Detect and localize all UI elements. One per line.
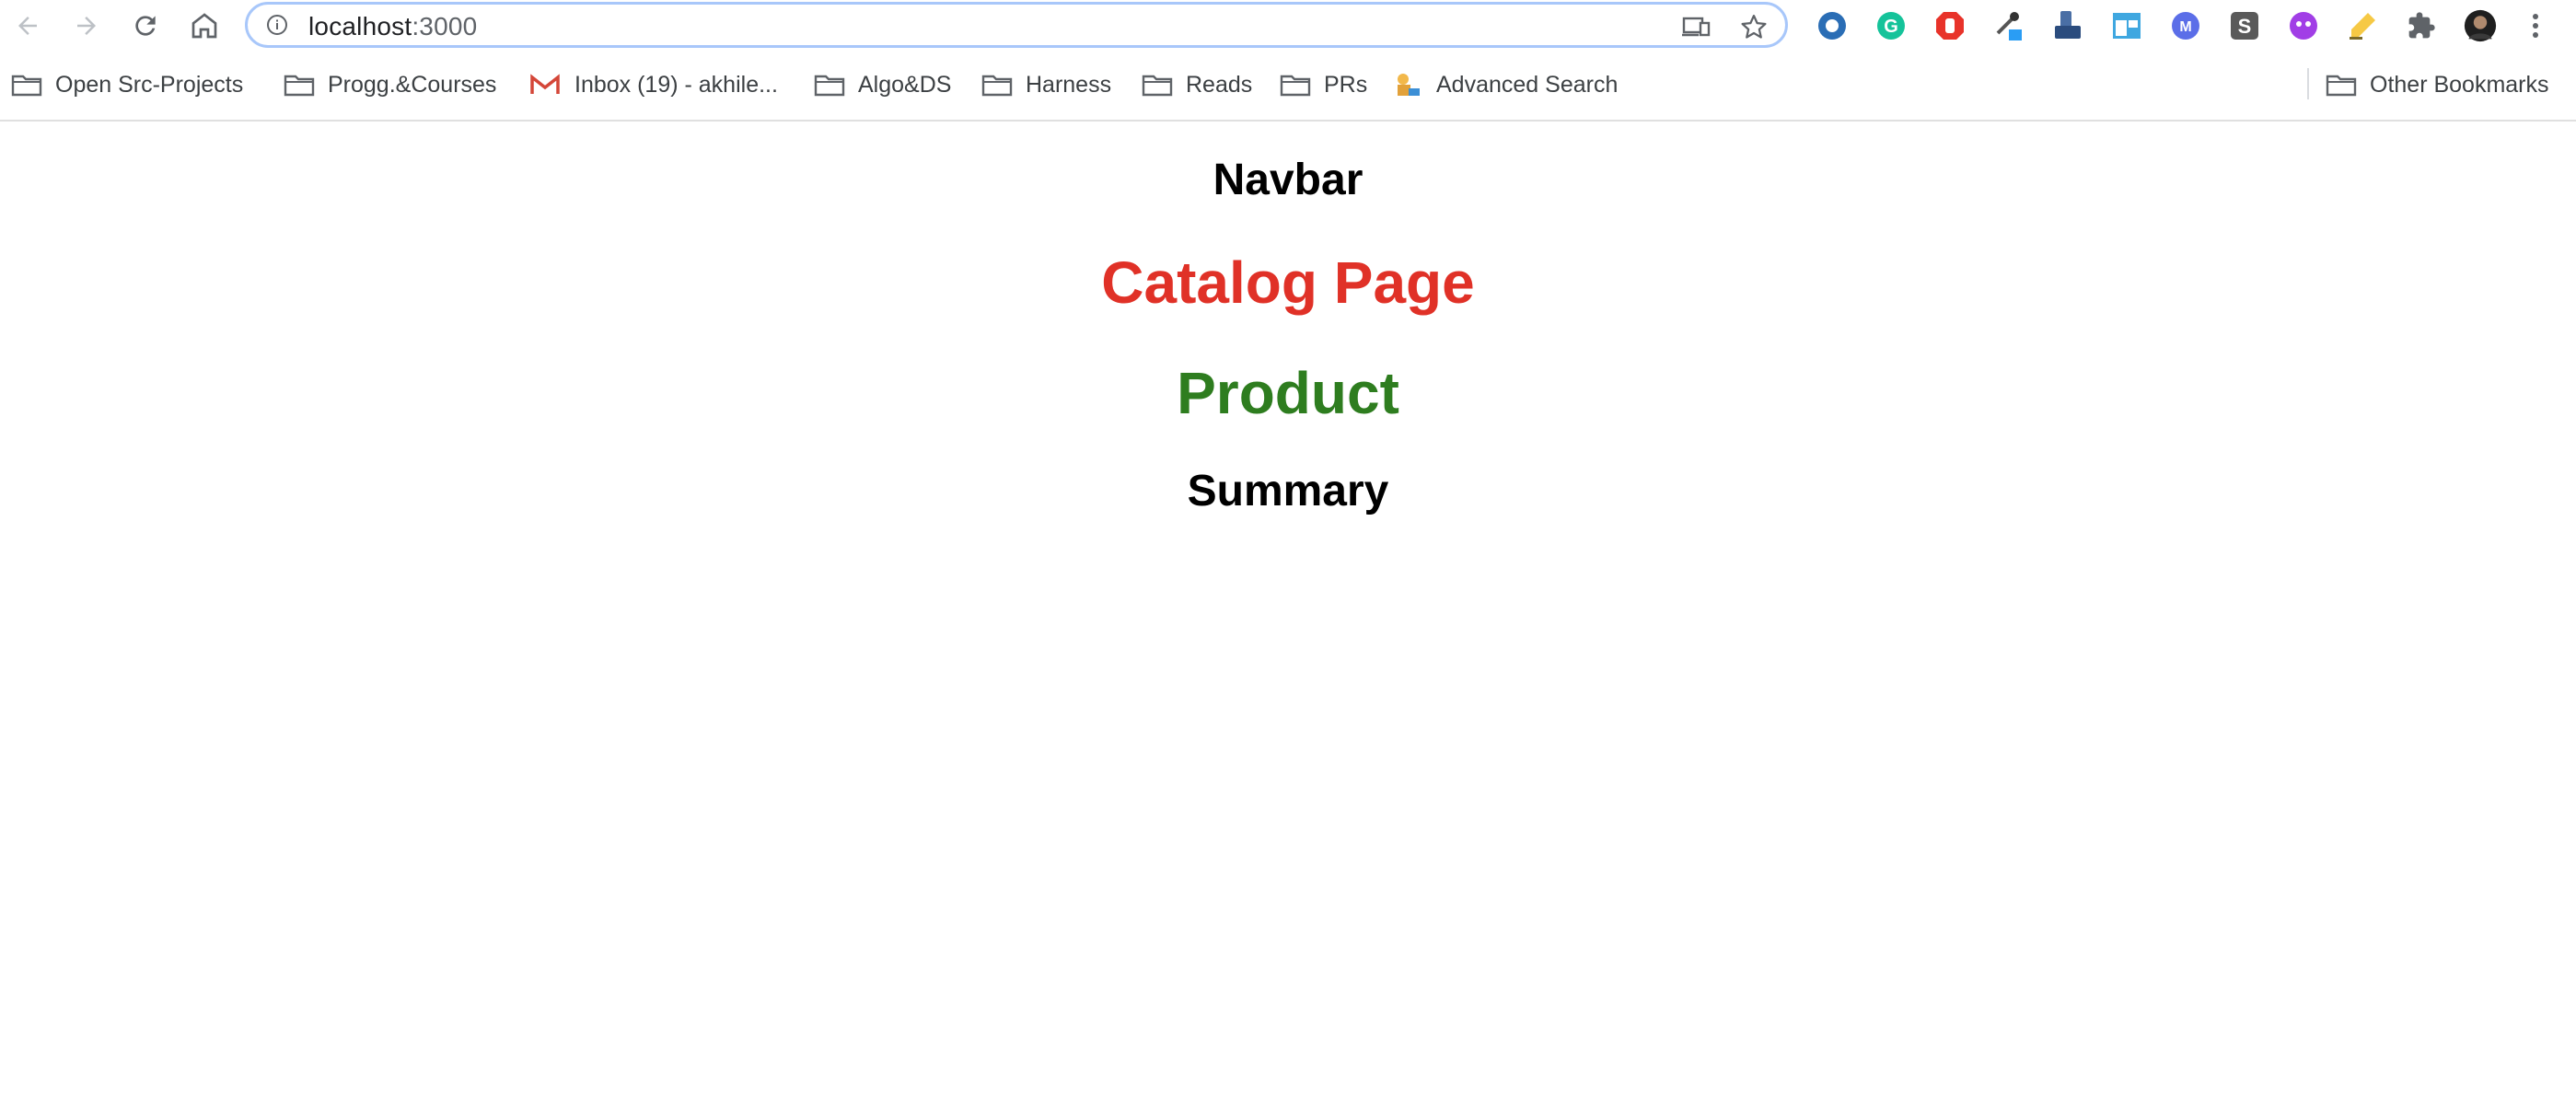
catalog-page-heading: Catalog Page xyxy=(1101,249,1475,316)
address-host: localhost xyxy=(308,12,412,41)
bookmark-label: Progg.&Courses xyxy=(328,71,497,98)
home-icon xyxy=(191,13,217,39)
m-extension-icon[interactable]: M xyxy=(2169,9,2202,42)
bookmark-label: Advanced Search xyxy=(1436,71,1619,98)
folder-icon xyxy=(1142,72,1173,98)
bookmark-reads[interactable]: Reads xyxy=(1142,66,1252,103)
back-button[interactable] xyxy=(7,6,48,46)
bookmarks-divider xyxy=(2307,68,2309,99)
svg-text:S: S xyxy=(2238,15,2252,38)
forward-button[interactable] xyxy=(66,6,107,46)
bookmark-algo-ds[interactable]: Algo&DS xyxy=(814,66,951,103)
adblock-icon[interactable] xyxy=(1933,9,1967,42)
cast-button[interactable] xyxy=(1682,12,1712,41)
bookmark-star-button[interactable] xyxy=(1739,12,1769,41)
folder-icon xyxy=(981,72,1013,98)
page-content: Navbar Catalog Page Product Summary xyxy=(0,122,2576,1112)
bookmark-advanced-search[interactable]: Advanced Search xyxy=(1392,66,1618,103)
folder-icon xyxy=(2326,72,2357,98)
menu-button[interactable] xyxy=(2524,9,2547,42)
puzzle-icon[interactable] xyxy=(2405,9,2438,42)
bookmark-label: Algo&DS xyxy=(858,71,952,98)
other-bookmarks[interactable]: Other Bookmarks xyxy=(2326,66,2549,103)
folder-icon xyxy=(11,72,42,98)
product-heading: Product xyxy=(1177,360,1399,426)
browser-chrome: localhost:3000 G M S Open Src-Projects P… xyxy=(0,0,2576,122)
bookmarks-bar: Open Src-Projects Progg.&Courses Inbox (… xyxy=(0,61,2576,109)
folder-icon xyxy=(814,72,845,98)
search-bookmark-icon xyxy=(1392,72,1423,98)
navbar-heading: Navbar xyxy=(1213,156,1363,204)
info-icon[interactable] xyxy=(266,14,288,36)
other-bookmarks-label: Other Bookmarks xyxy=(2370,71,2549,98)
bookmark-progg-courses[interactable]: Progg.&Courses xyxy=(284,66,496,103)
bookmark-label: Harness xyxy=(1026,71,1112,98)
address-port: :3000 xyxy=(412,12,478,41)
arrow-left-icon xyxy=(18,17,37,35)
bookmark-label: Reads xyxy=(1186,71,1253,98)
bookmark-label: Inbox (19) - akhile... xyxy=(574,71,778,98)
grammarly-icon[interactable]: G xyxy=(1874,9,1908,42)
bookmark-label: Open Src-Projects xyxy=(55,71,244,98)
circle-extension-icon[interactable] xyxy=(1816,9,1849,42)
device-extension-icon[interactable] xyxy=(2051,9,2084,42)
window-extension-icon[interactable] xyxy=(2110,9,2143,42)
bookmark-harness[interactable]: Harness xyxy=(981,66,1111,103)
star-icon xyxy=(1741,15,1767,39)
address-text[interactable]: localhost:3000 xyxy=(308,12,477,41)
avatar[interactable] xyxy=(2464,9,2497,42)
svg-text:M: M xyxy=(2179,19,2191,35)
purple-extension-icon[interactable] xyxy=(2287,9,2320,42)
bookmark-prs[interactable]: PRs xyxy=(1280,66,1367,103)
bookmark-inbox[interactable]: Inbox (19) - akhile... xyxy=(530,66,778,103)
svg-text:G: G xyxy=(1884,17,1898,37)
reload-button[interactable] xyxy=(125,6,166,46)
highlighter-icon[interactable] xyxy=(2346,9,2379,42)
device-icon xyxy=(1682,17,1711,37)
arrow-right-icon xyxy=(77,17,96,35)
more-vert-icon xyxy=(2533,14,2538,38)
reload-icon xyxy=(135,16,156,36)
browser-toolbar: localhost:3000 G M S xyxy=(0,0,2576,52)
bookmark-label: PRs xyxy=(1324,71,1368,98)
summary-heading: Summary xyxy=(1187,467,1389,515)
folder-icon xyxy=(1280,72,1311,98)
s-extension-icon[interactable]: S xyxy=(2228,9,2261,42)
address-bar[interactable]: localhost:3000 xyxy=(245,2,1788,48)
bookmark-open-src-projects[interactable]: Open Src-Projects xyxy=(11,66,243,103)
gmail-icon xyxy=(530,72,562,98)
eyedropper-icon[interactable] xyxy=(1992,9,2025,42)
folder-icon xyxy=(284,72,315,98)
home-button[interactable] xyxy=(184,6,225,46)
